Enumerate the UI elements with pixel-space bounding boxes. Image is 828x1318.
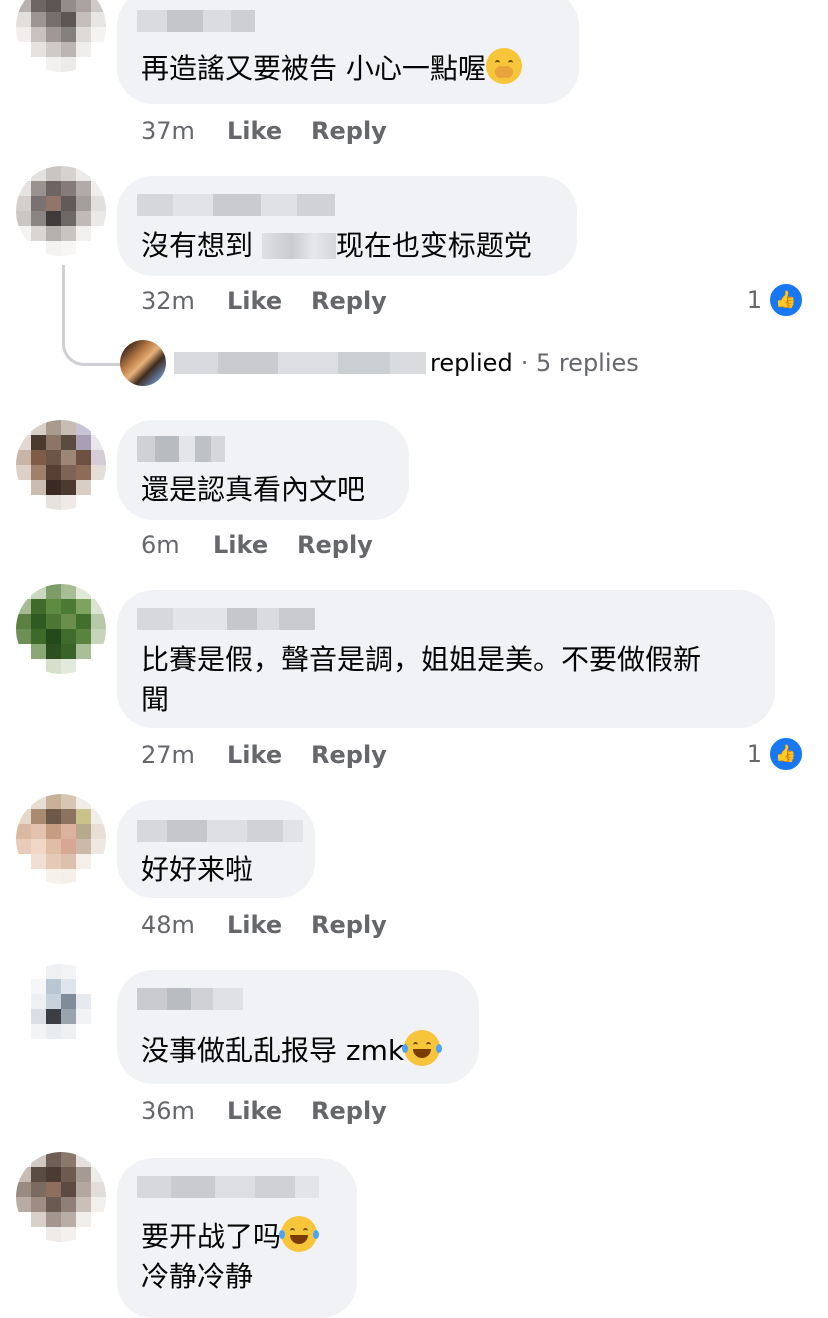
reply-button[interactable]: Reply	[311, 114, 387, 148]
comment-bubble: 好好来啦	[117, 800, 315, 898]
laughing-tears-emoji	[279, 1216, 320, 1252]
commenter-name-redacted[interactable]	[137, 608, 315, 630]
commenter-name-redacted[interactable]	[137, 1176, 319, 1198]
commenter-name-redacted[interactable]	[137, 436, 225, 462]
like-button[interactable]: Like	[227, 1094, 311, 1128]
comment-bubble: 沒有想到 现在也变标题党	[117, 176, 577, 276]
like-button[interactable]: Like	[227, 908, 311, 942]
reply-button[interactable]: Reply	[311, 284, 387, 318]
comment-time[interactable]: 48m	[141, 908, 227, 942]
reaction-count[interactable]: 1 👍	[747, 736, 804, 772]
comment-time[interactable]: 32m	[141, 284, 227, 318]
laughing-tears-emoji	[402, 1030, 443, 1066]
comment-actions: 6m Like Reply	[141, 528, 373, 562]
thumbs-up-icon: 👍	[768, 736, 804, 772]
commenter-avatar[interactable]	[16, 1152, 106, 1242]
redacted-name	[261, 233, 336, 259]
comment-time[interactable]: 6m	[141, 528, 213, 562]
comment-text: 再造謠又要被告 小心一點喔	[141, 48, 522, 89]
replier-avatar	[120, 340, 166, 386]
comment-time[interactable]: 27m	[141, 738, 227, 772]
commenter-name-redacted[interactable]	[137, 10, 255, 32]
commenter-name-redacted[interactable]	[137, 988, 243, 1010]
commenter-avatar[interactable]	[16, 0, 106, 72]
commenter-avatar[interactable]	[16, 584, 106, 674]
comment-text: 比賽是假，聲音是調，姐姐是美。不要做假新 聞	[141, 643, 702, 716]
replier-names-redacted	[174, 352, 426, 374]
like-button[interactable]: Like	[213, 528, 297, 562]
comment-actions: 36m Like Reply	[141, 1094, 387, 1128]
hand-over-mouth-emoji	[485, 48, 522, 84]
like-button[interactable]: Like	[227, 114, 311, 148]
comment-actions: 27m Like Reply	[141, 738, 387, 772]
commenter-avatar[interactable]	[16, 794, 106, 884]
commenter-name-redacted[interactable]	[137, 820, 303, 842]
comment-text: 好好来啦	[141, 853, 254, 886]
commenter-avatar[interactable]	[16, 166, 106, 256]
reply-button[interactable]: Reply	[297, 528, 373, 562]
comment-bubble: 再造謠又要被告 小心一點喔	[117, 0, 579, 104]
comment-text: 没事做乱乱报导 zmk	[141, 1030, 443, 1071]
comment-time[interactable]: 37m	[141, 114, 227, 148]
reply-button[interactable]: Reply	[311, 1094, 387, 1128]
comment-bubble: 要开战了吗 冷静冷静	[117, 1158, 357, 1318]
comment-text: 還是認真看內文吧	[141, 473, 366, 506]
reply-count: · 5 replies	[520, 349, 639, 377]
comment-actions: 32m Like Reply	[141, 284, 387, 318]
comment-text: 沒有想到 现在也变标题党	[141, 229, 532, 262]
replied-label: replied	[430, 349, 513, 377]
view-replies-link[interactable]: replied · 5 replies	[120, 340, 639, 386]
reply-button[interactable]: Reply	[311, 908, 387, 942]
comment-actions: 48m Like Reply	[141, 908, 387, 942]
commenter-name-redacted[interactable]	[137, 194, 335, 216]
reply-button[interactable]: Reply	[311, 738, 387, 772]
reaction-count[interactable]: 1 👍	[747, 282, 804, 318]
reply-thread-connector	[62, 265, 121, 366]
like-button[interactable]: Like	[227, 284, 311, 318]
like-button[interactable]: Like	[227, 738, 311, 772]
comment-bubble: 還是認真看內文吧	[117, 420, 409, 520]
commenter-avatar[interactable]	[16, 420, 106, 510]
comment-bubble: 没事做乱乱报导 zmk	[117, 970, 479, 1084]
comment-text: 要开战了吗 冷静冷静	[141, 1216, 320, 1297]
comment-actions: 37m Like Reply	[141, 114, 387, 148]
comment-bubble: 比賽是假，聲音是調，姐姐是美。不要做假新 聞	[117, 590, 775, 728]
thumbs-up-icon: 👍	[768, 282, 804, 318]
comment-time[interactable]: 36m	[141, 1094, 227, 1128]
commenter-avatar[interactable]	[16, 964, 106, 1054]
